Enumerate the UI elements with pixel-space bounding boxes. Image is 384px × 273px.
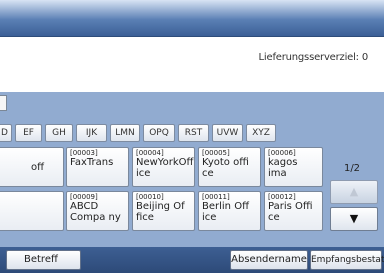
tab-ef[interactable]: EF xyxy=(15,124,42,142)
receipt-confirmation-button[interactable]: Empfangsbestat. xyxy=(310,250,384,270)
page-indicator: 1/2 xyxy=(343,163,361,174)
entry-code: [00010] xyxy=(136,193,164,201)
tab-uvw[interactable]: UVW xyxy=(212,124,243,142)
entry-code: [00004] xyxy=(136,149,164,157)
destination-entry[interactable]: [00009] ABCD Compa ny xyxy=(66,191,129,231)
entry-name: Kyoto offi ce xyxy=(202,157,249,179)
tab-rst[interactable]: RST xyxy=(178,124,209,142)
tab-gh[interactable]: GH xyxy=(45,124,73,142)
page-down-button[interactable]: ▼ xyxy=(330,207,378,231)
destination-entry[interactable]: [00005] Kyoto offi ce xyxy=(198,147,261,187)
destination-entry[interactable]: [00010] Beijing Of fice xyxy=(132,191,195,231)
destination-entry[interactable]: [00012] Paris Offi ce xyxy=(264,191,323,231)
destination-entry[interactable]: [00011] Berlin Off ice xyxy=(198,191,261,231)
sender-name-button[interactable]: Absendername xyxy=(230,250,308,270)
destination-entry[interactable]: [00006] kagos ima xyxy=(264,147,323,187)
entry-name: Paris Offi ce xyxy=(268,201,313,223)
arrow-down-icon: ▼ xyxy=(349,212,359,225)
destination-panel: Lieferungsserverziel: 0 xyxy=(0,36,384,94)
entry-name: NewYorkOff ice xyxy=(136,157,194,179)
entry-name: FaxTrans xyxy=(70,157,114,168)
entry-code: [00003] xyxy=(70,149,98,157)
entry-code: [00012] xyxy=(268,193,296,201)
tab-xyz[interactable]: XYZ xyxy=(246,124,276,142)
tab-d[interactable]: D xyxy=(0,124,12,142)
subject-button[interactable]: Betreff xyxy=(6,250,81,270)
destination-entry[interactable]: off xyxy=(0,147,64,187)
destination-entry[interactable]: [00003] FaxTrans xyxy=(66,147,129,187)
entry-code: [00011] xyxy=(202,193,230,201)
page-up-button[interactable]: ▲ xyxy=(330,180,378,204)
entry-name: off xyxy=(31,162,45,173)
destination-entry[interactable] xyxy=(0,191,64,231)
entry-name: ABCD Compa ny xyxy=(70,201,121,223)
tab-ijk[interactable]: IJK xyxy=(76,124,107,142)
destination-count-label: Lieferungsserverziel: 0 xyxy=(258,52,369,63)
tab-opq[interactable]: OPQ xyxy=(143,124,175,142)
arrow-up-icon: ▲ xyxy=(349,185,359,198)
entry-code: [00006] xyxy=(268,149,296,157)
entry-name: Berlin Off ice xyxy=(202,201,249,223)
tab-lmn[interactable]: LMN xyxy=(110,124,140,142)
entry-code: [00009] xyxy=(70,193,98,201)
title-banner xyxy=(0,0,384,36)
entry-code: [00005] xyxy=(202,149,230,157)
partial-button[interactable] xyxy=(0,95,7,111)
entry-name: kagos ima xyxy=(268,157,298,179)
entry-name: Beijing Of fice xyxy=(136,201,185,223)
destination-entry[interactable]: [00004] NewYorkOff ice xyxy=(132,147,195,187)
